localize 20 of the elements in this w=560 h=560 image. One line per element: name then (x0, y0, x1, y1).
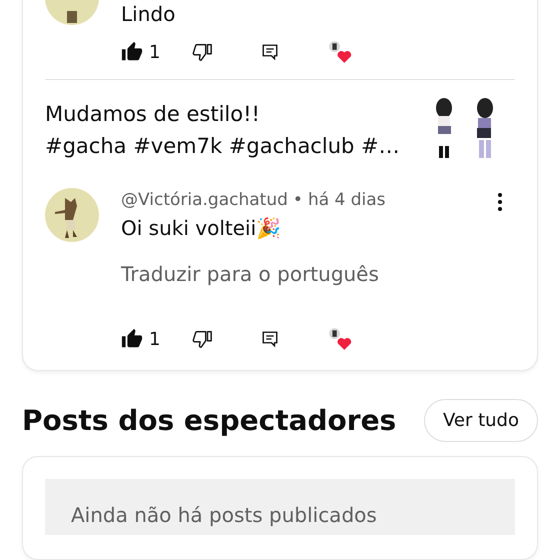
see-all-button[interactable]: Ver tudo (424, 399, 538, 442)
comment-icon (261, 330, 279, 348)
comment-author[interactable]: @Victória.gachatud (121, 188, 288, 212)
post-title: Mudamos de estilo!! (45, 101, 261, 128)
translate-link[interactable]: Traduzir para o português (121, 262, 379, 286)
separator-dot: • (292, 189, 303, 212)
section-title: Posts dos espectadores (22, 404, 396, 437)
thumbs-up-icon (121, 41, 143, 63)
thumbs-down-icon (191, 41, 213, 63)
like-button[interactable]: 1 (121, 41, 191, 63)
comment-text: Lindo (121, 3, 176, 25)
comment-time: há 4 dias (308, 189, 386, 212)
comment-icon (261, 43, 279, 61)
empty-message: Ainda não há posts publicados (45, 479, 515, 535)
thumbs-down-icon (191, 328, 213, 350)
thumbs-up-icon (121, 328, 143, 350)
comment-text: Oi suki volteii🎉 (121, 215, 282, 242)
more-options-icon[interactable] (497, 192, 503, 212)
like-button[interactable]: 1 (121, 328, 191, 350)
post-hashtags: #gacha #vem7k #gachaclub #… (45, 133, 400, 160)
